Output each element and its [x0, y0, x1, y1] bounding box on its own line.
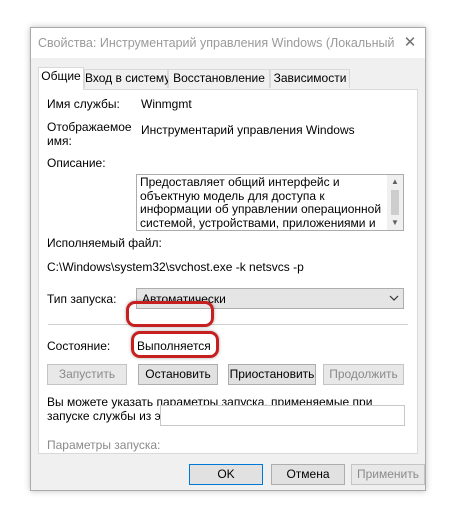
title-bar: Свойства: Инструментарий управления Wind…: [31, 28, 425, 58]
scroll-up-arrow-icon[interactable]: ▲: [387, 175, 403, 189]
scroll-thumb[interactable]: [391, 190, 399, 215]
startup-type-value: Автоматически: [142, 292, 226, 306]
executable-path: C:\Windows\system32\svchost.exe -k netsv…: [47, 260, 304, 274]
start-params-label: Параметры запуска:: [47, 438, 161, 452]
apply-button[interactable]: Применить: [351, 464, 425, 485]
start-params-input[interactable]: [160, 405, 405, 426]
cancel-button[interactable]: Отмена: [271, 464, 345, 485]
startup-type-label: Тип запуска:: [47, 292, 117, 306]
resume-button[interactable]: Продолжить: [323, 364, 404, 385]
tab-dependencies[interactable]: Зависимости: [270, 69, 350, 88]
display-name-label-line2: имя:: [47, 134, 72, 148]
tab-logon[interactable]: Вход в систему: [84, 69, 170, 88]
description-label: Описание:: [47, 156, 106, 170]
general-tab-panel: Имя службы: Winmgmt Отображаемое имя: Ин…: [38, 89, 418, 454]
start-button[interactable]: Запустить: [47, 364, 127, 385]
status-value: Выполняется: [137, 339, 211, 353]
tab-general[interactable]: Общие: [38, 67, 84, 90]
display-name-label: Отображаемое: [47, 120, 132, 134]
tab-recovery[interactable]: Восстановление: [168, 69, 270, 88]
pause-button[interactable]: Приостановить: [228, 364, 316, 385]
executable-label: Исполняемый файл:: [47, 236, 162, 250]
description-scrollbar[interactable]: ▲ ▼: [387, 175, 403, 230]
service-name-value: Winmgmt: [141, 97, 192, 111]
description-box[interactable]: Предоставляет общий интерфейс и объектну…: [136, 174, 404, 231]
stop-button[interactable]: Остановить: [138, 364, 218, 385]
service-properties-dialog: Свойства: Инструментарий управления Wind…: [30, 27, 426, 491]
section-divider: [48, 324, 408, 325]
description-text: Предоставляет общий интерфейс и объектну…: [140, 175, 382, 230]
scroll-down-arrow-icon[interactable]: ▼: [387, 216, 403, 230]
status-label: Состояние:: [47, 339, 111, 353]
display-name-value: Инструментарий управления Windows: [141, 123, 355, 137]
ok-button[interactable]: OK: [189, 464, 263, 485]
startup-type-select[interactable]: Автоматически: [136, 288, 404, 309]
window-title: Свойства: Инструментарий управления Wind…: [38, 36, 396, 50]
close-icon[interactable]: ✕: [395, 28, 425, 58]
service-name-label: Имя службы:: [47, 97, 120, 111]
chevron-down-icon: [389, 295, 399, 301]
